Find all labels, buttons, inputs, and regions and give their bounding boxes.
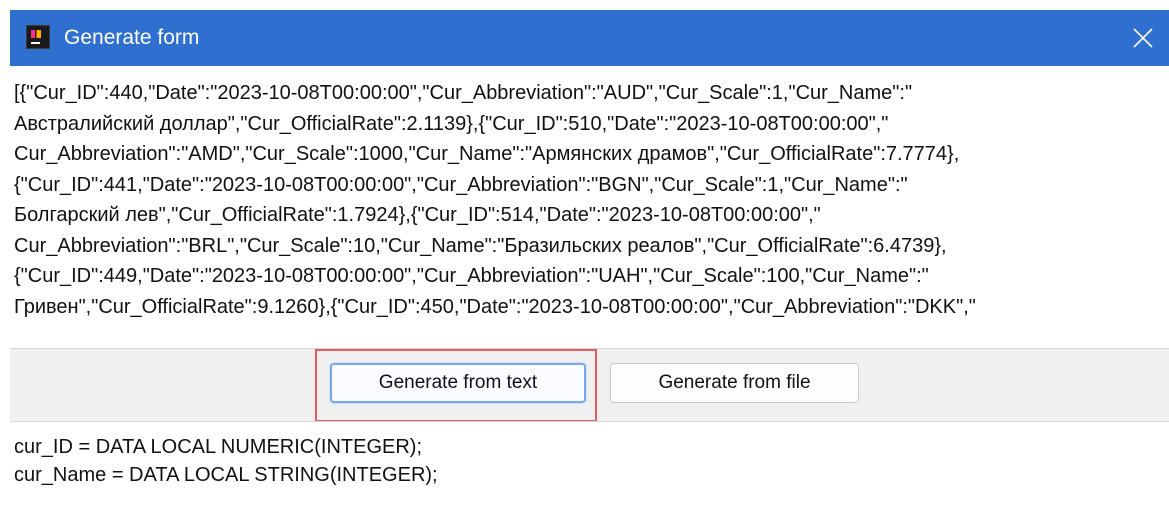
json-input-text: [{"Cur_ID":440,"Date":"2023-10-08T00:00:… [14,82,976,318]
close-button[interactable] [1117,10,1169,66]
button-bar: Generate from text Generate from file [10,349,1169,422]
generate-from-file-button[interactable]: Generate from file [610,363,859,403]
close-icon [1133,28,1153,48]
generate-from-text-button[interactable]: Generate from text [330,363,586,403]
intellij-app-icon [26,25,50,49]
window-title: Generate form [64,26,200,49]
json-input-textarea[interactable]: [{"Cur_ID":440,"Date":"2023-10-08T00:00:… [10,66,1169,349]
generate-form-window: Generate form [{"Cur_ID":440,"Date":"202… [10,10,1169,507]
generated-code-output[interactable]: cur_ID = DATA LOCAL NUMERIC(INTEGER); cu… [10,421,1169,507]
code-line: cur_Name = DATA LOCAL STRING(INTEGER); [14,464,438,486]
title-bar[interactable]: Generate form [10,10,1169,66]
code-line: cur_ID = DATA LOCAL NUMERIC(INTEGER); [14,436,423,458]
